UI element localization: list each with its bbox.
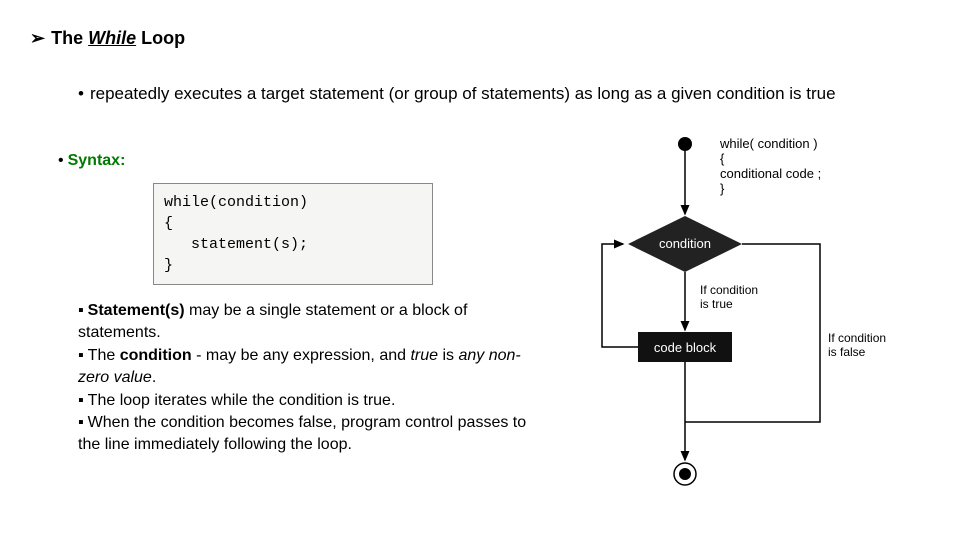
flow-true-2: is true [700,297,733,311]
flow-syntax-1: while( condition ) [719,136,818,151]
heading: ➢ The While Loop [30,28,185,49]
heading-while: While [88,28,136,48]
flow-end-inner-icon [679,468,691,480]
intro-bullet-icon: • [78,84,84,103]
flow-false-2: is false [828,345,866,359]
note-bullet-icon: ▪ [78,347,84,364]
note-2-c: is [438,347,458,364]
flow-start-icon [678,137,692,151]
intro-line: • repeatedly executes a target statement … [78,84,878,104]
note-bullet-icon: ▪ [78,302,84,319]
note-1-strong: Statement(s) [88,302,185,319]
note-2-b: - may be any expression, and [192,347,411,364]
flow-loop-edge [602,244,638,347]
note-2-strong: condition [120,347,192,364]
note-4: ▪When the condition becomes false, progr… [78,412,544,457]
note-2-d: . [152,369,156,386]
note-bullet-icon: ▪ [78,392,84,409]
flow-syntax-2: { [720,151,725,166]
flow-codeblock-label: code block [654,340,717,355]
flow-false-1: If condition [828,331,886,345]
note-4-text: When the condition becomes false, progra… [78,414,526,453]
flowchart: while( condition ) { conditional code ; … [590,132,940,502]
syntax-code: while(condition) { statement(s); } [164,194,308,274]
intro-text: repeatedly executes a target statement (… [90,84,836,103]
flow-true-1: If condition [700,283,758,297]
syntax-label: Syntax: [68,152,126,169]
notes-block: ▪Statement(s) may be a single statement … [78,300,544,457]
note-2-a: The [88,347,120,364]
flow-syntax-3: conditional code ; [720,166,821,181]
flow-condition-label: condition [659,236,711,251]
heading-loop: Loop [136,28,185,48]
note-3: ▪The loop iterates while the condition i… [78,390,544,412]
note-2-ital-a: true [410,347,438,364]
syntax-bullet-icon: • [58,152,64,169]
heading-arrow-icon: ➢ [30,28,45,49]
slide: ➢ The While Loop • repeatedly executes a t… [0,0,960,540]
flowchart-svg: while( condition ) { conditional code ; … [590,132,940,502]
syntax-label-line: •Syntax: [58,152,125,170]
heading-the: The [51,28,88,48]
note-1: ▪Statement(s) may be a single statement … [78,300,544,345]
note-2: ▪The condition - may be any expression, … [78,345,544,390]
syntax-code-box: while(condition) { statement(s); } [153,183,433,285]
note-bullet-icon: ▪ [78,414,84,431]
note-3-text: The loop iterates while the condition is… [88,392,396,409]
flow-syntax-4: } [720,181,725,196]
